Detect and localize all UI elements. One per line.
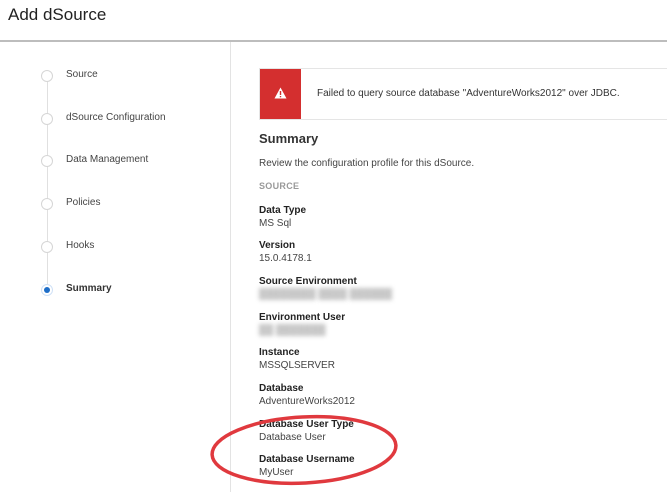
- step-label: Summary: [66, 283, 112, 294]
- warning-icon: [274, 87, 287, 99]
- field-label: Instance: [259, 347, 300, 358]
- field-version: Version 15.0.4178.1: [259, 240, 312, 264]
- page-title: Add dSource: [8, 5, 107, 24]
- section-label-source: SOURCE: [259, 181, 300, 191]
- step-dot-active: [41, 284, 53, 296]
- field-value-redacted: ██ ███████: [259, 325, 326, 336]
- summary-heading: Summary: [259, 131, 319, 146]
- field-value: MyUser: [259, 467, 294, 478]
- field-value: MS Sql: [259, 218, 292, 229]
- field-source-environment: Source Environment ████████ ████ ██████: [259, 276, 392, 300]
- field-database: Database AdventureWorks2012: [259, 383, 355, 407]
- field-instance: Instance MSSQLSERVER: [259, 347, 335, 371]
- step-dot: [41, 70, 53, 82]
- step-dot: [41, 198, 53, 210]
- field-database-user-type: Database User Type Database User: [259, 419, 354, 443]
- field-database-username: Database Username MyUser: [259, 454, 355, 478]
- wizard-sidebar: [0, 42, 231, 492]
- step-label: Data Management: [66, 154, 149, 165]
- step-label: Hooks: [66, 240, 95, 251]
- field-label: Database: [259, 383, 304, 394]
- step-dot: [41, 113, 53, 125]
- field-value-redacted: ████████ ████ ██████: [259, 289, 393, 300]
- step-label: Source: [66, 69, 98, 80]
- summary-description: Review the configuration profile for thi…: [259, 158, 475, 169]
- header: Add dSource: [0, 0, 667, 42]
- field-environment-user: Environment User ██ ███████: [259, 312, 345, 336]
- alert-icon-box: [260, 69, 301, 119]
- field-value: 15.0.4178.1: [259, 253, 312, 264]
- step-dot: [41, 155, 53, 167]
- field-label: Data Type: [259, 205, 307, 216]
- error-alert: Failed to query source database "Adventu…: [259, 68, 667, 120]
- stepper-line: [47, 76, 48, 286]
- field-value: MSSQLSERVER: [259, 360, 335, 371]
- field-value: AdventureWorks2012: [259, 396, 355, 407]
- field-label: Database User Type: [259, 419, 354, 430]
- field-label: Version: [259, 240, 296, 251]
- field-label: Database Username: [259, 454, 355, 465]
- field-data-type: Data Type MS Sql: [259, 205, 306, 229]
- field-value: Database User: [259, 432, 326, 443]
- alert-message: Failed to query source database "Adventu…: [317, 88, 620, 99]
- step-label: dSource Configuration: [66, 112, 166, 123]
- step-label: Policies: [66, 197, 101, 208]
- step-dot: [41, 241, 53, 253]
- field-label: Source Environment: [259, 276, 357, 287]
- field-label: Environment User: [259, 312, 346, 323]
